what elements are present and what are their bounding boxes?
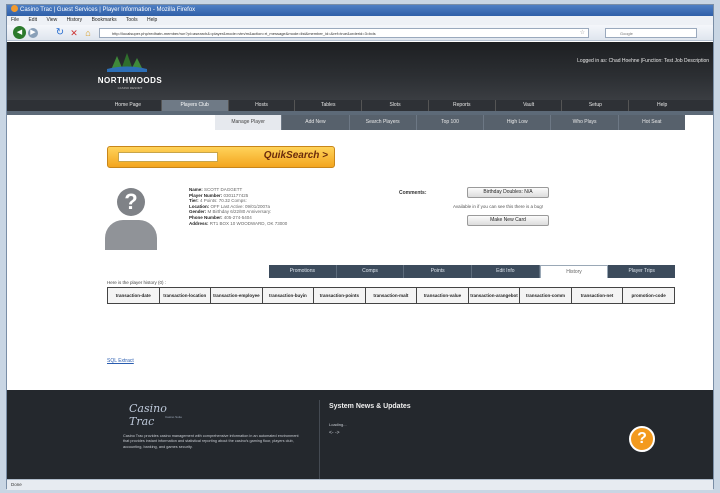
menu-tools[interactable]: Tools — [126, 17, 138, 23]
site-header: NORTHWOODS CASINO RESORT Logged in as: C… — [7, 42, 713, 100]
menu-view[interactable]: View — [46, 17, 57, 23]
casino-trac-description: Casino Trac provides casino management w… — [123, 434, 299, 449]
quicksearch-input[interactable] — [118, 152, 218, 162]
column-header[interactable]: transaction-employee — [210, 287, 263, 304]
avatar-body — [105, 220, 157, 250]
search-input[interactable]: Google — [605, 28, 697, 38]
northwoods-logo[interactable]: NORTHWOODS CASINO RESORT — [85, 52, 175, 94]
stop-icon[interactable]: ✕ — [69, 28, 79, 38]
column-header[interactable]: transaction-buyin — [261, 287, 315, 304]
reload-icon[interactable]: ↻ — [55, 28, 65, 38]
casino-trac-logo-text: Casino Trac — [129, 402, 167, 428]
player-info: Name: SCOTT DAGGETT Player Number: 03011… — [189, 187, 287, 226]
menu-edit[interactable]: Edit — [28, 17, 37, 23]
tab-player-trips[interactable]: Player Trips — [608, 265, 676, 278]
status-bar: Done — [7, 479, 713, 490]
url-text: http://localsuper.php/redhatn-member/run… — [112, 31, 376, 36]
bookmark-star-icon[interactable]: ☆ — [580, 29, 585, 37]
table-header-row: transaction-date transaction-location tr… — [107, 287, 675, 304]
logo-subtitle: CASINO RESORT — [117, 86, 143, 90]
tab-promotions[interactable]: Promotions — [269, 265, 337, 278]
navigation-toolbar: ◀ ▶ ↻ ✕ ⌂ http://localsuper.php/redhatn-… — [7, 25, 713, 41]
menu-strip-right — [693, 100, 713, 111]
menu-home-page[interactable]: Home Page — [95, 100, 162, 111]
submenu-high-low[interactable]: High Low — [484, 115, 552, 130]
column-header[interactable]: transaction-location — [158, 287, 212, 304]
casino-trac-logo: Casino Trac Casino Suite — [123, 400, 193, 428]
column-header[interactable]: transaction-points — [313, 287, 366, 304]
history-note: Here is the player history (0) : — [107, 280, 167, 285]
menu-setup[interactable]: Setup — [562, 100, 630, 111]
quicksearch-button[interactable]: QuikSearch > — [264, 150, 328, 161]
menu-help[interactable]: Help — [147, 17, 157, 23]
history-table: transaction-date transaction-location tr… — [107, 287, 675, 304]
menu-bar: File Edit View History Bookmarks Tools H… — [7, 16, 713, 25]
menu-strip-left — [7, 100, 95, 111]
unknown-player-icon: ? — [117, 188, 145, 216]
main-menu: Home Page Players Club Hosts Tables Slot… — [95, 100, 695, 111]
tab-edit-info[interactable]: Edit Info — [472, 265, 540, 278]
submenu-who-plays[interactable]: Who Plays — [551, 115, 619, 130]
submenu-add-new[interactable]: Add New — [282, 115, 350, 130]
login-info: Logged in as: Chad Hoehne |Function: Tes… — [577, 58, 709, 64]
casino-trac-logo-sub: Casino Suite — [165, 415, 183, 419]
menu-bookmarks[interactable]: Bookmarks — [92, 17, 117, 23]
column-header[interactable]: transaction-date — [107, 287, 160, 304]
submenu-top-100[interactable]: Top 100 — [417, 115, 485, 130]
page-content: NORTHWOODS CASINO RESORT Logged in as: C… — [7, 42, 713, 490]
window-title: Casino Trac | Guest Services | Player In… — [20, 7, 196, 13]
quicksearch-bar: QuikSearch > — [107, 146, 335, 168]
tab-points[interactable]: Points — [404, 265, 473, 278]
column-header[interactable]: transaction-malt — [364, 287, 418, 304]
column-header[interactable]: transaction-value — [416, 287, 469, 304]
tab-comps[interactable]: Comps — [336, 265, 405, 278]
sub-menu: Manage Player Add New Search Players Top… — [215, 115, 685, 130]
menu-help-page[interactable]: Help — [629, 100, 695, 111]
logo-text: NORTHWOODS — [97, 76, 163, 85]
news-title: System News & Updates — [329, 403, 411, 410]
sql-extract-link[interactable]: SQL Extract — [107, 358, 134, 364]
menu-vault[interactable]: Vault — [496, 100, 563, 111]
address-bar[interactable]: http://localsuper.php/redhatn-member/run… — [99, 28, 589, 38]
menu-tables[interactable]: Tables — [295, 100, 363, 111]
firefox-icon — [11, 5, 18, 12]
submenu-hot-seat[interactable]: Hot Seat — [619, 115, 685, 130]
player-tabs: Promotions Comps Points Edit Info Histor… — [269, 265, 676, 278]
birthday-doubles-button[interactable]: Birthday Doubles: N/A — [467, 187, 549, 198]
menu-reports[interactable]: Reports — [429, 100, 496, 111]
player-address-row: Address: RT1 BOX 10 WOODWARD, OK 73000 — [189, 220, 288, 226]
site-footer: Casino Trac Casino Suite Casino Trac pro… — [7, 390, 713, 490]
make-new-card-button[interactable]: Make New Card — [467, 215, 549, 226]
help-icon[interactable]: ? — [629, 426, 655, 452]
comments-label: Comments: — [399, 190, 427, 196]
column-header[interactable]: transaction-arangebot — [467, 287, 521, 304]
status-text: Done — [11, 482, 22, 487]
news-loading: Loading... — [329, 422, 347, 427]
news-arrows[interactable]: <- -> — [329, 430, 340, 436]
menu-players-club[interactable]: Players Club — [161, 100, 229, 111]
title-bar: Casino Trac | Guest Services | Player In… — [7, 5, 713, 16]
browser-window: Casino Trac | Guest Services | Player In… — [6, 4, 714, 490]
trees-logo-icon — [107, 53, 147, 72]
forward-button[interactable]: ▶ — [28, 28, 38, 38]
footer-divider — [319, 400, 320, 480]
column-header[interactable]: promotion-code — [622, 287, 675, 304]
column-header[interactable]: transaction-comm — [519, 287, 572, 304]
submenu-search-players[interactable]: Search Players — [350, 115, 417, 130]
bug-note: Available in if you can see this there i… — [453, 204, 543, 209]
menu-slots[interactable]: Slots — [362, 100, 429, 111]
search-placeholder: Google — [620, 31, 633, 36]
home-icon[interactable]: ⌂ — [83, 28, 93, 38]
player-avatar: ? — [105, 188, 157, 250]
submenu-manage-player[interactable]: Manage Player — [215, 115, 283, 130]
menu-file[interactable]: File — [11, 17, 19, 23]
menu-hosts[interactable]: Hosts — [229, 100, 296, 111]
column-header[interactable]: transaction-net — [570, 287, 624, 304]
tab-history[interactable]: History — [539, 265, 609, 278]
back-button[interactable]: ◀ — [13, 26, 26, 39]
menu-history[interactable]: History — [67, 17, 83, 23]
